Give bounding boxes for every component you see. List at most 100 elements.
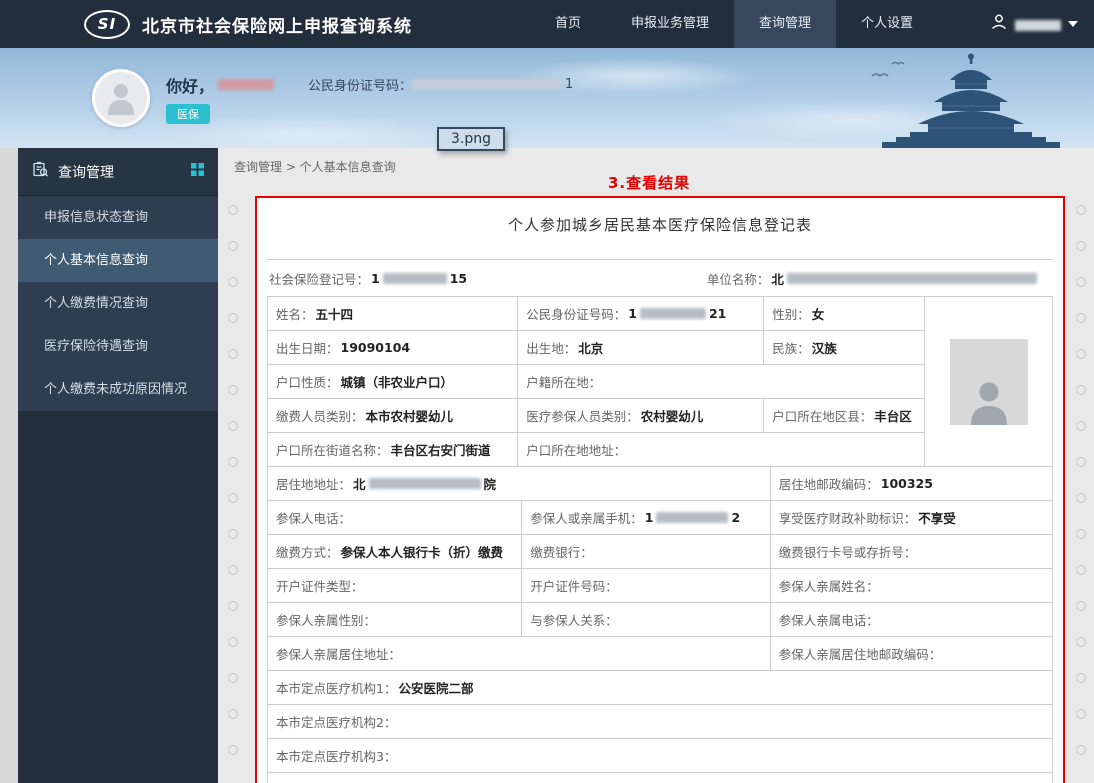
- field-label: 户口所在地区县：: [772, 406, 872, 425]
- content-layout: 查询管理 申报信息状态查询个人基本信息查询个人缴费情况查询医疗保险待遇查询个人缴…: [0, 148, 1094, 783]
- perforation-circle: [228, 529, 238, 539]
- perforation-circle: [228, 421, 238, 431]
- info-table: 姓名：五十四公民身份证号码：121性别：女出生日期：19090104出生地：北京…: [267, 296, 1053, 783]
- field-value: 不享受: [918, 508, 956, 527]
- field-label: 享受医疗财政补助标识：: [779, 508, 917, 527]
- text-fragment: 公安医院二部: [398, 678, 473, 697]
- sidebar: 查询管理 申报信息状态查询个人基本信息查询个人缴费情况查询医疗保险待遇查询个人缴…: [18, 148, 218, 783]
- table-cell: 参保人或亲属手机：12: [521, 501, 770, 534]
- table-cell: 本市定点医疗机构3：: [268, 739, 1052, 772]
- query-management-icon: [32, 161, 49, 182]
- sidebar-item-5[interactable]: 个人缴费未成功原因情况: [18, 368, 218, 411]
- perforation-circle: [228, 349, 238, 359]
- unit-name: 单位名称： 北: [707, 269, 1051, 288]
- field-label: 缴费人员类别：: [276, 406, 364, 425]
- field-value: 12: [645, 510, 740, 525]
- table-row: 缴费方式：参保人本人银行卡（折）缴费缴费银行： 缴费银行卡号或存折号：: [268, 535, 1052, 569]
- field-value: 100325: [881, 476, 933, 491]
- table-cell: 居住地地址：北院: [268, 467, 770, 500]
- table-cell: 缴费银行：: [521, 535, 770, 568]
- table-row: 户口性质：城镇（非农业户口）户籍所在地：: [268, 365, 924, 399]
- table-cell: 户口性质：城镇（非农业户口）: [268, 365, 517, 398]
- sidebar-menu: 申报信息状态查询个人基本信息查询个人缴费情况查询医疗保险待遇查询个人缴费未成功原…: [18, 196, 218, 411]
- text-fragment: 15: [450, 271, 467, 286]
- table-cell: 参保人亲属居住地邮政编码：: [770, 637, 1052, 670]
- redacted-blur: [640, 308, 706, 319]
- field-label: 户口所在街道名称：: [276, 440, 389, 459]
- perforation-circle: [228, 457, 238, 467]
- sidebar-item-2[interactable]: 个人基本信息查询: [18, 239, 218, 282]
- field-label: 民族：: [772, 338, 810, 357]
- nav-item-4[interactable]: 个人设置: [836, 0, 938, 48]
- perforation-circle: [1076, 673, 1086, 683]
- breadcrumb[interactable]: 查询管理 > 个人基本信息查询: [218, 148, 1094, 175]
- nav-item-1[interactable]: 首页: [530, 0, 606, 48]
- registration-number: 社会保险登记号： 115: [269, 269, 707, 288]
- table-cell: 居住地邮政编码：100325: [770, 467, 1052, 500]
- logo-text: SI: [98, 15, 116, 33]
- field-value: 公安医院二部: [398, 678, 473, 697]
- text-fragment: 院: [484, 474, 497, 493]
- text-fragment: 丰台区右安门街道: [391, 440, 491, 459]
- table-cell: 姓名：五十四: [268, 297, 517, 330]
- table-cell: 本市定点医疗机构2：: [268, 705, 1052, 738]
- table-cell: 参保人亲属姓名：: [770, 569, 1052, 602]
- table-row: 本市定点医疗机构1：公安医院二部: [268, 671, 1052, 705]
- table-cell: 户口所在地区县：丰台区: [763, 399, 924, 432]
- grid-icon[interactable]: [191, 163, 204, 180]
- table-row: 缴费人员类别：本市农村婴幼儿医疗参保人员类别：农村婴幼儿户口所在地区县：丰台区: [268, 399, 924, 433]
- perforation-circle: [1076, 277, 1086, 287]
- field-value: 城镇（非农业户口）: [341, 372, 454, 391]
- field-label: 本市定点医疗机构3：: [276, 746, 396, 765]
- field-label: 参保人亲属性别：: [276, 610, 376, 629]
- annotation-text: 3.查看结果: [608, 172, 690, 193]
- form-table-top-left: 姓名：五十四公民身份证号码：121性别：女出生日期：19090104出生地：北京…: [268, 297, 924, 466]
- table-cell: 享受医疗财政补助标识：不享受: [770, 501, 1052, 534]
- table-cell: 参保人亲属电话：: [770, 603, 1052, 636]
- field-value: 参保人本人银行卡（折）缴费: [341, 542, 504, 561]
- user-menu-name: [1015, 15, 1061, 34]
- table-cell: 出生日期：19090104: [268, 331, 517, 364]
- sidebar-item-3[interactable]: 个人缴费情况查询: [18, 282, 218, 325]
- table-cell: 户口所在街道名称：丰台区右安门街道: [268, 433, 517, 466]
- perforation-circle: [228, 601, 238, 611]
- unit-name-value: 北: [771, 269, 1037, 288]
- field-label: 参保人或亲属手机：: [530, 508, 643, 527]
- nav-item-3[interactable]: 查询管理: [734, 0, 836, 48]
- table-cell: 医疗参保人员类别：农村婴幼儿: [517, 399, 763, 432]
- text-fragment: 北: [771, 269, 784, 288]
- user-menu[interactable]: [990, 13, 1078, 35]
- field-label: 缴费银行卡号或存折号：: [779, 542, 917, 561]
- redacted-blur: [369, 478, 481, 489]
- table-top-section: 姓名：五十四公民身份证号码：121性别：女出生日期：19090104出生地：北京…: [268, 297, 1052, 467]
- field-label: 参保人电话：: [276, 508, 351, 527]
- perforation-circle: [228, 637, 238, 647]
- file-name-label: 3.png: [437, 127, 505, 151]
- greeting: 你好，: [166, 73, 214, 97]
- logo-icon: SI: [84, 10, 130, 39]
- perforation-circle: [1076, 565, 1086, 575]
- perforation-column-right: [1076, 205, 1086, 755]
- app-title: 北京市社会保险网上申报查询系统: [142, 12, 412, 37]
- table-cell: 性别：女: [763, 297, 924, 330]
- perforation-circle: [228, 709, 238, 719]
- banner: 你好， 公民身份证号码： 1 医保: [0, 48, 1094, 148]
- main-content: 查询管理 > 个人基本信息查询 3.查看结果 个人参加城乡居民基本医疗保险信息登…: [218, 148, 1094, 783]
- text-fragment: 19090104: [341, 340, 411, 355]
- perforation-circle: [1076, 529, 1086, 539]
- id-label: 公民身份证号码：: [308, 75, 412, 94]
- table-cell: 缴费方式：参保人本人银行卡（折）缴费: [268, 535, 521, 568]
- sidebar-item-1[interactable]: 申报信息状态查询: [18, 196, 218, 239]
- nav-item-2[interactable]: 申报业务管理: [606, 0, 734, 48]
- sidebar-item-4[interactable]: 医疗保险待遇查询: [18, 325, 218, 368]
- banner-user-name: [218, 79, 274, 90]
- perforation-circle: [1076, 349, 1086, 359]
- field-label: 户口性质：: [276, 372, 339, 391]
- field-label: 缴费银行：: [530, 542, 593, 561]
- field-value: 汉族: [812, 338, 837, 357]
- perforation-circle: [228, 745, 238, 755]
- form-title: 个人参加城乡居民基本医疗保险信息登记表: [267, 214, 1053, 235]
- redacted-blur: [412, 79, 562, 90]
- person-icon: [968, 379, 1010, 425]
- table-row: 姓名：五十四公民身份证号码：121性别：女: [268, 297, 924, 331]
